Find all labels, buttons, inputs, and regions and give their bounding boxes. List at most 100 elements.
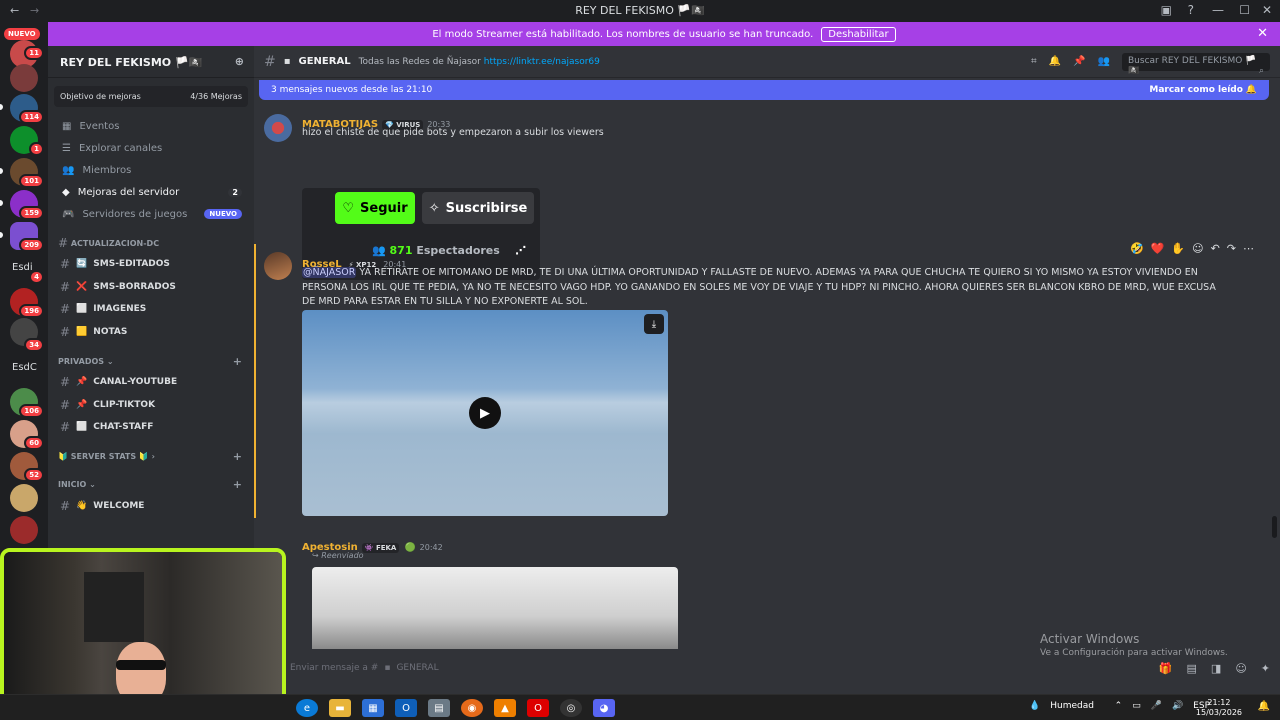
- add-channel-icon[interactable]: +: [233, 355, 242, 368]
- sidebar-item-miembros[interactable]: 👥 Miembros: [48, 159, 254, 181]
- mark-read-button[interactable]: Marcar como leído 🔔: [1149, 85, 1257, 95]
- curtain-shape: [84, 572, 144, 642]
- explorer-icon[interactable]: ▬: [329, 699, 351, 717]
- server-icon[interactable]: [10, 64, 38, 92]
- new-messages-bar[interactable]: 3 mensajes nuevos desde las 21:10 Marcar…: [259, 80, 1269, 100]
- channel-sms-borrados[interactable]: # ❌ SMS-BORRADOS: [48, 276, 254, 299]
- weather-text: Humedad: [1050, 701, 1094, 711]
- server-badge: 159: [19, 206, 44, 220]
- weather-widget[interactable]: 💧 Humedad: [1029, 701, 1094, 711]
- sidebar-item-eventos[interactable]: ▦ Eventos: [48, 115, 254, 137]
- gif-icon[interactable]: ▤: [1187, 662, 1197, 675]
- gift-icon[interactable]: 🎁: [1159, 662, 1173, 675]
- category-actualizacion[interactable]: # ACTUALIZACION-DC: [48, 233, 254, 253]
- server-header[interactable]: REY DEL FEKISMO 🏳️🏴‍☠️ ⊕: [48, 46, 254, 78]
- add-channel-icon[interactable]: +: [233, 450, 242, 463]
- folder-label[interactable]: EsdC: [12, 362, 37, 373]
- download-icon[interactable]: ⤓: [644, 314, 664, 334]
- network-icon[interactable]: ▭: [1132, 701, 1141, 711]
- channel-chat-staff[interactable]: # ⬜ CHAT-STAFF: [48, 416, 254, 439]
- close-window-icon[interactable]: ✕: [1262, 3, 1272, 17]
- vlc-icon[interactable]: ▲: [494, 699, 516, 717]
- forwarded-image[interactable]: [312, 567, 678, 649]
- server-badge: 101: [19, 174, 44, 188]
- server-icon[interactable]: [10, 484, 38, 512]
- avatar[interactable]: [264, 114, 292, 142]
- mic-icon[interactable]: 🎤: [1151, 701, 1162, 711]
- category-privados[interactable]: PRIVADOS ⌄ +: [48, 351, 254, 371]
- channel-welcome[interactable]: # 👋 WELCOME: [48, 495, 254, 518]
- inbox-icon[interactable]: ▣: [1161, 3, 1172, 17]
- video-attachment[interactable]: ⤓ ▶: [302, 310, 668, 516]
- opera-icon[interactable]: O: [527, 699, 549, 717]
- channel-emoji: 🟨: [76, 326, 88, 337]
- member-list-icon[interactable]: 👥: [1098, 56, 1110, 67]
- message-input[interactable]: Enviar mensaje a # ▪ GENERAL 🎁 ▤ ◨ ☺ ✦: [290, 658, 1270, 678]
- help-icon[interactable]: ?: [1188, 3, 1194, 17]
- edge-icon[interactable]: e: [296, 699, 318, 717]
- chevron-up-icon[interactable]: ⌃: [1115, 701, 1123, 711]
- sidebar-item-mejoras[interactable]: ◆ Mejoras del servidor 2: [48, 181, 254, 203]
- channel-sms-editados[interactable]: # 🔄 SMS-EDITADOS: [48, 253, 254, 276]
- topic-link[interactable]: https://linktr.ee/najasor69: [484, 57, 600, 67]
- sidebar-item-label: Eventos: [79, 120, 120, 132]
- search-input[interactable]: Buscar REY DEL FEKISMO 🏳️🏴‍☠️ ⌕: [1122, 52, 1270, 76]
- follow-button[interactable]: ♡ Seguir: [335, 192, 415, 224]
- sidebar-item-label: Explorar canales: [78, 142, 163, 154]
- browse-icon: ☰: [62, 142, 71, 154]
- minimize-icon[interactable]: —: [1212, 3, 1224, 17]
- laugh-emoji-icon[interactable]: 🤣: [1130, 242, 1144, 255]
- reply-icon[interactable]: ↶: [1211, 242, 1220, 255]
- sidebar-item-servidores-juegos[interactable]: 🎮 Servidores de juegos NUEVO: [48, 203, 254, 225]
- boost-goal[interactable]: Objetivo de mejoras 4/36 Mejoras: [54, 86, 248, 107]
- server-icon[interactable]: [10, 516, 38, 544]
- server-badge: 4: [29, 270, 44, 284]
- channel-clip-tiktok[interactable]: # 📌 CLIP-TIKTOK: [48, 394, 254, 417]
- clock[interactable]: 21:12 15/03/2026: [1196, 698, 1242, 718]
- add-channel-icon[interactable]: +: [233, 478, 242, 491]
- channel-canal-youtube[interactable]: # 📌 CANAL-YOUTUBE: [48, 371, 254, 394]
- apps-icon[interactable]: ✦: [1261, 662, 1270, 675]
- bell-icon[interactable]: 🔔: [1049, 56, 1061, 67]
- play-icon[interactable]: ▶: [469, 397, 501, 429]
- firefox-icon[interactable]: ◉: [461, 699, 483, 717]
- user-mention[interactable]: @ÑAJASOR: [302, 267, 357, 278]
- avatar[interactable]: [264, 252, 292, 280]
- obs-icon[interactable]: ◎: [560, 699, 582, 717]
- water-drop-icon: 💧: [1029, 701, 1041, 711]
- heart-emoji-icon[interactable]: ❤️: [1151, 242, 1165, 255]
- forward-icon[interactable]: ↷: [1227, 242, 1236, 255]
- app-icon[interactable]: ▤: [428, 699, 450, 717]
- channel-title: GENERAL: [298, 56, 351, 67]
- discord-icon[interactable]: ◕: [593, 699, 615, 717]
- add-reaction-icon[interactable]: ☺: [1192, 242, 1203, 255]
- sidebar-item-explorar[interactable]: ☰ Explorar canales: [48, 137, 254, 159]
- volume-icon[interactable]: 🔊: [1172, 701, 1183, 711]
- category-inicio[interactable]: INICIO ⌄ +: [48, 475, 254, 495]
- share-icon[interactable]: ⋰: [515, 244, 526, 257]
- pin-icon[interactable]: 📌: [1073, 56, 1085, 67]
- folder-label[interactable]: Esdi: [12, 262, 33, 273]
- scrollbar[interactable]: [1272, 516, 1277, 538]
- server-badge: 52: [24, 468, 44, 482]
- hand-emoji-icon[interactable]: ✋: [1171, 242, 1185, 255]
- close-banner-icon[interactable]: ✕: [1257, 26, 1268, 41]
- maximize-icon[interactable]: ☐: [1239, 3, 1250, 17]
- calendar-icon: ▦: [62, 120, 72, 132]
- channel-topic[interactable]: Todas las Redes de Ñajasor https://linkt…: [359, 57, 600, 67]
- subscribe-button[interactable]: ✧ Suscribirse: [422, 192, 534, 224]
- disable-streamer-button[interactable]: Deshabilitar: [821, 26, 896, 42]
- channel-notas[interactable]: # 🟨 NOTAS: [48, 321, 254, 344]
- threads-icon[interactable]: ⌗: [1031, 56, 1037, 67]
- message-body: YA RETIRATE OE MITOMANO DE MRD, TE DI UN…: [302, 267, 1216, 307]
- store-icon[interactable]: ▦: [362, 699, 384, 717]
- category-server-stats[interactable]: 🔰 SERVER STATS 🔰 › +: [48, 447, 254, 467]
- add-member-icon[interactable]: ⊕: [235, 55, 244, 68]
- outlook-icon[interactable]: O: [395, 699, 417, 717]
- more-icon[interactable]: ⋯: [1243, 242, 1254, 255]
- sticker-icon[interactable]: ◨: [1211, 662, 1221, 675]
- mark-read-label: Marcar como leído: [1149, 85, 1243, 95]
- notification-bell-icon[interactable]: 🔔: [1258, 701, 1270, 712]
- channel-imagenes[interactable]: # ⬜ IMAGENES: [48, 298, 254, 321]
- emoji-icon[interactable]: ☺: [1235, 662, 1246, 675]
